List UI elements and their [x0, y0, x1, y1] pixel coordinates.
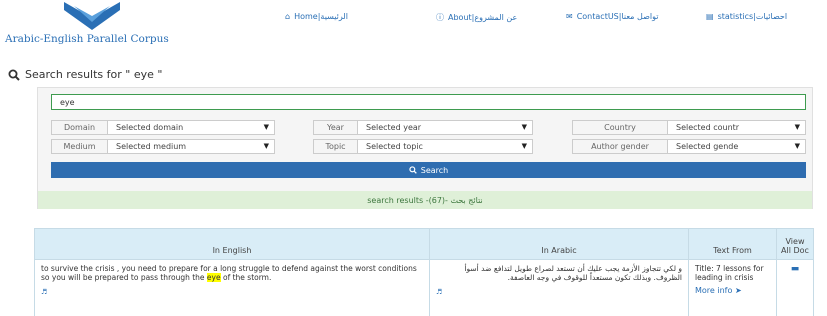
country-select[interactable]: Selected countr ▼ — [668, 120, 806, 135]
nav-home[interactable]: ⌂ Home|الرئيسية — [285, 12, 348, 21]
english-text-after: of the storm. — [220, 273, 272, 282]
table-header-row: In English In Arabic Text From View All … — [34, 228, 814, 260]
results-count-bar: search results -(67)- نتائج بحث — [38, 191, 812, 209]
arabic-cell: و لكي تتجاوز الأزمة يجب عليك أن تستعد لص… — [429, 259, 689, 316]
col-header-arabic: In Arabic — [429, 228, 689, 260]
folder-open-icon[interactable]: ▬ — [791, 264, 800, 274]
domain-select[interactable]: Selected domain ▼ — [108, 120, 275, 135]
topic-select[interactable]: Selected topic ▼ — [358, 139, 533, 154]
medium-selected-value: Selected medium — [116, 142, 187, 151]
topic-filter-label: Topic — [313, 139, 358, 154]
medium-select[interactable]: Selected medium ▼ — [108, 139, 275, 154]
search-icon — [8, 69, 20, 81]
top-nav: ⌂ Home|الرئيسية ⓘ About|عن المشروع ✉ Con… — [0, 12, 827, 26]
arrow-circle-icon: ➤ — [734, 286, 742, 295]
search-icon — [409, 166, 417, 174]
bar-chart-icon: ▤ — [706, 12, 714, 21]
search-button-label: Search — [420, 165, 449, 175]
year-filter[interactable]: Year Selected year ▼ — [313, 120, 533, 135]
medium-filter-label: Medium — [51, 139, 108, 154]
domain-filter-label: Domain — [51, 120, 108, 135]
nav-about[interactable]: ⓘ About|عن المشروع — [436, 12, 517, 23]
more-info-link[interactable]: More info ➤ — [695, 286, 770, 295]
search-input[interactable] — [51, 94, 806, 110]
nav-contact-label: ContactUS|تواصل معنا — [576, 12, 659, 21]
text-from-cell: Title: 7 lessons for leading in crisis M… — [688, 259, 777, 316]
country-selected-value: Selected countr — [676, 123, 740, 132]
year-selected-value: Selected year — [366, 123, 422, 132]
nav-statistics-label: statistics|احصائيات — [717, 12, 788, 21]
author-gender-select[interactable]: Selected gende ▼ — [668, 139, 806, 154]
table-row: to survive the crisis , you need to prep… — [34, 259, 814, 316]
caret-down-icon: ▼ — [794, 123, 800, 131]
nav-contact[interactable]: ✉ ContactUS|تواصل معنا — [566, 12, 658, 21]
caret-down-icon: ▼ — [521, 123, 527, 131]
year-select[interactable]: Selected year ▼ — [358, 120, 533, 135]
envelope-icon: ✉ — [566, 12, 573, 21]
nav-home-label: Home|الرئيسية — [294, 12, 348, 21]
search-button[interactable]: Search — [51, 162, 806, 178]
caret-down-icon: ▼ — [263, 123, 269, 131]
search-results-heading: Search results for " eye " — [8, 68, 162, 81]
caret-down-icon: ▼ — [263, 142, 269, 150]
year-filter-label: Year — [313, 120, 358, 135]
more-info-label: More info — [695, 286, 733, 295]
english-cell: to survive the crisis , you need to prep… — [34, 259, 430, 316]
results-table: In English In Arabic Text From View All … — [34, 228, 814, 316]
caret-down-icon: ▼ — [794, 142, 800, 150]
view-doc-cell: ▬ — [776, 259, 814, 316]
medium-filter[interactable]: Medium Selected medium ▼ — [51, 139, 275, 154]
results-count-text: search results -(67)- نتائج بحث — [367, 195, 483, 205]
home-icon: ⌂ — [285, 12, 291, 21]
topic-selected-value: Selected topic — [366, 142, 423, 151]
info-icon: ⓘ — [436, 13, 444, 22]
speaker-icon[interactable]: ♬ — [41, 288, 423, 297]
caret-down-icon: ▼ — [521, 142, 527, 150]
topic-filter[interactable]: Topic Selected topic ▼ — [313, 139, 533, 154]
author-gender-filter-label: Author gender — [572, 139, 668, 154]
country-filter[interactable]: Country Selected countr ▼ — [572, 120, 806, 135]
author-gender-filter[interactable]: Author gender Selected gende ▼ — [572, 139, 806, 154]
text-from-title: Title: 7 lessons for leading in crisis — [695, 264, 764, 282]
nav-statistics[interactable]: ▤ statistics|احصائيات — [706, 12, 787, 21]
nav-about-label: About|عن المشروع — [448, 13, 518, 22]
author-gender-selected-value: Selected gende — [676, 142, 739, 151]
search-panel: Domain Selected domain ▼ Year Selected y… — [37, 87, 813, 209]
domain-filter[interactable]: Domain Selected domain ▼ — [51, 120, 275, 135]
country-filter-label: Country — [572, 120, 668, 135]
english-highlight: eye — [206, 273, 221, 282]
arabic-text: و لكي تتجاوز الأزمة يجب عليك أن تستعد لص… — [464, 264, 682, 282]
col-header-view-all[interactable]: View All Doc — [776, 228, 814, 260]
speaker-icon[interactable]: ♬ — [436, 288, 682, 297]
search-heading-text: Search results for " eye " — [25, 68, 163, 81]
domain-selected-value: Selected domain — [116, 123, 184, 132]
logo-text: Arabic-English Parallel Corpus — [5, 33, 169, 45]
col-header-text-from: Text From — [688, 228, 777, 260]
col-header-english: In English — [34, 228, 430, 260]
